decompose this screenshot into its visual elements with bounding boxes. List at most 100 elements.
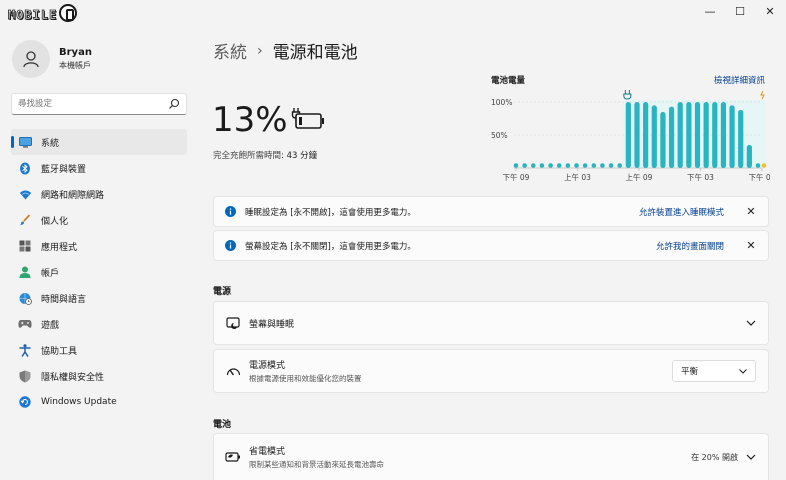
chart-bar — [582, 163, 588, 168]
person-avatar-icon — [23, 51, 39, 68]
battery-saver-row[interactable]: 省電模式 限制某些通知和背景活動來延長電池壽命 在 20% 開啟 — [213, 433, 769, 480]
current-level-marker — [761, 163, 767, 168]
charge-time-info: 完全充飽所需時間: 43 分鐘 — [213, 149, 317, 161]
gamepad-icon — [18, 317, 32, 331]
sidebar-item-label: 時間與語言 — [41, 294, 87, 305]
y-tick-label: 50% — [491, 131, 508, 140]
sidebar-item-label: 協助工具 — [41, 346, 78, 357]
y-tick-label: 100% — [491, 98, 512, 107]
power-mode-row: 電源模式 根據電源使用和效能優化您的裝置 平衡 — [213, 349, 769, 393]
battery-saver-title: 省電模式 — [249, 447, 286, 457]
chart-bar — [738, 109, 744, 168]
sidebar-item-label: 應用程式 — [41, 242, 78, 253]
sidebar-item-apps[interactable]: 應用程式 — [11, 233, 187, 259]
breadcrumb: 系統 › 電源和電池 — [213, 38, 358, 64]
charge-time-value: 43 分鐘 — [286, 151, 318, 161]
globe-clock-icon — [18, 291, 32, 305]
sidebar-item-privacy-security[interactable]: 隱私權與安全性 — [11, 363, 187, 389]
minimize-button[interactable]: — — [695, 0, 725, 22]
sidebar-nav: 系統 藍牙與裝置 網路和網際網路 個人化 應用程式 帳戶 時間與語言 遊戲 協助… — [11, 129, 187, 415]
sleep-notice: 睡眠設定為 [永不開啟]，這會使用更多電力。 允許裝置進入睡眠模式 ✕ — [213, 196, 769, 227]
sidebar-item-accessibility[interactable]: 協助工具 — [11, 337, 187, 363]
search-box[interactable] — [11, 93, 187, 115]
chart-bar — [651, 105, 657, 168]
dismiss-sleep-notice-close-icon[interactable]: ✕ — [744, 205, 758, 218]
chart-bar — [668, 106, 675, 168]
battery-level-chart: 100% 50% 下午 09 上午 03 上午 09 下午 03 下午 09 — [491, 90, 770, 182]
wifi-icon — [18, 187, 32, 201]
chart-bar — [694, 102, 701, 168]
power-mode-title: 電源模式 — [249, 361, 286, 371]
breadcrumb-parent[interactable]: 系統 — [213, 38, 247, 63]
dismiss-screen-notice-close-icon[interactable]: ✕ — [744, 239, 758, 252]
chart-bar — [625, 102, 631, 168]
chart-bar — [746, 144, 752, 168]
chart-bar — [600, 163, 605, 168]
chart-bar — [513, 163, 519, 168]
power-mode-value: 平衡 — [681, 367, 699, 377]
sidebar-item-system[interactable]: 系統 — [11, 129, 187, 155]
allow-screen-off-link[interactable]: 允許我的畫面關閉 — [656, 240, 724, 252]
battery-percentage: 13% — [212, 100, 288, 140]
profile-name: Bryan — [59, 47, 92, 58]
user-profile[interactable]: Bryan 本機帳戶 — [12, 40, 92, 78]
expand-chevron-down-icon[interactable] — [746, 320, 756, 326]
profile-account-type: 本機帳戶 — [59, 61, 91, 70]
close-window-button[interactable]: ✕ — [755, 0, 785, 22]
chart-bar — [703, 102, 709, 168]
shield-icon — [18, 369, 32, 383]
notice-text: 螢幕設定為 [永不關閉]，這會使用更多電力。 — [245, 241, 416, 252]
expand-chevron-down-icon[interactable] — [746, 454, 756, 460]
apps-icon — [18, 239, 32, 253]
sidebar-item-label: 系統 — [41, 138, 60, 149]
title-bar: MOBILE — ☐ ✕ — [0, 0, 786, 22]
power-mode-select[interactable]: 平衡 — [672, 360, 756, 382]
chart-bar — [548, 163, 553, 168]
battery-saver-icon — [225, 449, 241, 465]
screen-sleep-row[interactable]: 螢幕與睡眠 — [213, 301, 769, 345]
search-input[interactable] — [12, 94, 152, 114]
sidebar-item-label: 藍牙與裝置 — [41, 164, 87, 175]
mobile01-logo: MOBILE — [8, 4, 78, 23]
battery-section-heading: 電池 — [213, 420, 232, 430]
screen-sleep-title: 螢幕與睡眠 — [249, 319, 295, 330]
x-tick-label: 上午 03 — [564, 172, 591, 182]
breadcrumb-separator: › — [257, 42, 263, 59]
chart-bar — [539, 163, 545, 168]
sidebar-item-windows-update[interactable]: Windows Update — [11, 389, 187, 415]
logo-text: MOBILE — [8, 8, 58, 23]
chart-bar — [720, 102, 727, 168]
logo-badge-icon — [59, 4, 78, 22]
accessibility-icon — [18, 343, 32, 357]
sidebar-item-label: Windows Update — [41, 397, 117, 407]
chart-bar — [712, 102, 718, 168]
allow-sleep-link[interactable]: 允許裝置進入睡眠模式 — [639, 206, 724, 218]
chart-bar — [660, 111, 666, 168]
sidebar-item-bluetooth-devices[interactable]: 藍牙與裝置 — [11, 155, 187, 181]
bluetooth-icon — [18, 161, 32, 175]
brush-icon — [18, 213, 32, 227]
power-mode-subtitle: 根據電源使用和效能優化您的裝置 — [249, 374, 362, 383]
info-icon — [225, 240, 236, 251]
chart-bar — [729, 105, 735, 168]
avatar — [12, 40, 50, 78]
person-icon — [18, 265, 32, 279]
power-section-heading: 電源 — [213, 287, 232, 297]
chart-bar — [755, 163, 761, 168]
maximize-button[interactable]: ☐ — [725, 0, 755, 22]
sidebar-item-personalization[interactable]: 個人化 — [11, 207, 187, 233]
view-details-link[interactable]: 檢視詳細資訊 — [714, 74, 765, 86]
sidebar-item-gaming[interactable]: 遊戲 — [11, 311, 187, 337]
sidebar-item-network[interactable]: 網路和網際網路 — [11, 181, 187, 207]
sidebar-item-accounts[interactable]: 帳戶 — [11, 259, 187, 285]
search-icon[interactable] — [168, 98, 180, 110]
chart-bar — [530, 163, 536, 168]
x-tick-label: 下午 09 — [503, 172, 530, 182]
chart-title: 電池電量 — [491, 76, 526, 86]
sidebar-item-time-language[interactable]: 時間與語言 — [11, 285, 187, 311]
battery-saver-subtitle: 限制某些通知和背景活動來延長電池壽命 — [249, 460, 384, 469]
monitor-icon — [18, 135, 32, 149]
plug-in-icon — [623, 90, 632, 100]
screen-notice: 螢幕設定為 [永不關閉]，這會使用更多電力。 允許我的畫面關閉 ✕ — [213, 230, 769, 261]
chart-bar — [634, 102, 640, 168]
